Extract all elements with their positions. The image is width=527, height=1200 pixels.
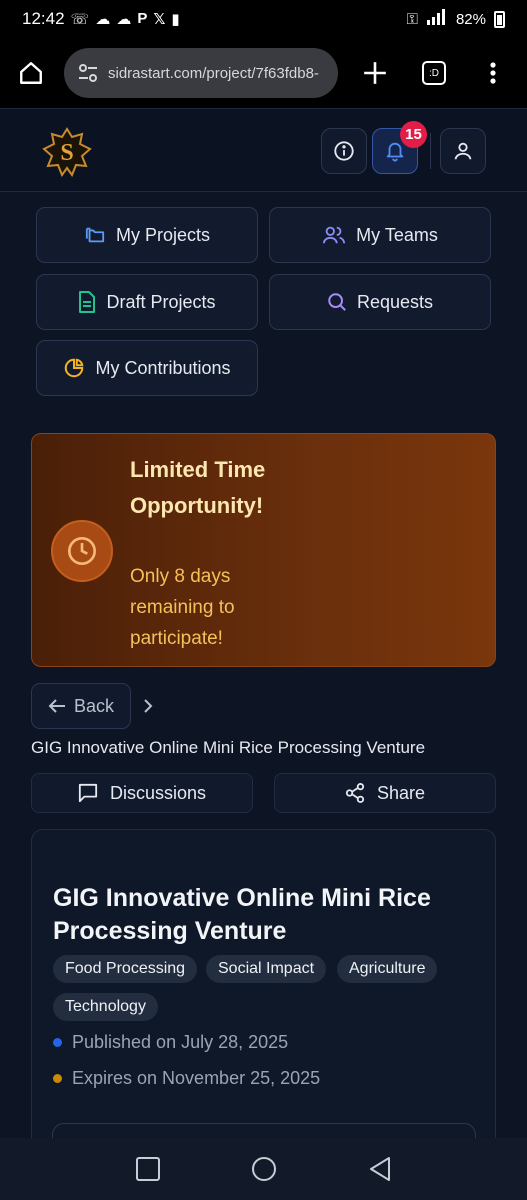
new-tab-icon[interactable] bbox=[358, 56, 392, 90]
clock-badge bbox=[51, 520, 113, 582]
share-icon bbox=[345, 783, 365, 803]
home-icon[interactable] bbox=[14, 56, 48, 90]
discussions-label: Discussions bbox=[109, 782, 207, 803]
user-icon bbox=[454, 142, 472, 160]
svg-text:S: S bbox=[60, 140, 73, 166]
nav-requests-label: Requests bbox=[356, 291, 434, 312]
snapchat-icon: ☁ bbox=[116, 11, 132, 28]
nav-draft-projects-label: Draft Projects bbox=[106, 291, 216, 312]
expires-dot bbox=[53, 1074, 62, 1083]
snapchat-icon: ☁ bbox=[95, 11, 111, 28]
tag: Social Impact bbox=[206, 955, 327, 983]
signal-icon bbox=[426, 9, 448, 29]
battery-icon bbox=[494, 10, 505, 28]
arrow-left-icon bbox=[48, 699, 65, 713]
clock: 12:42 bbox=[22, 9, 65, 28]
info-button[interactable] bbox=[321, 128, 367, 174]
more-menu-icon[interactable] bbox=[476, 56, 510, 90]
share-label: Share bbox=[376, 782, 426, 803]
app-header: S 15 bbox=[0, 108, 527, 192]
back-label: Back bbox=[73, 695, 115, 716]
folders-icon bbox=[85, 227, 105, 243]
users-icon bbox=[323, 226, 346, 244]
expires-date: Expires on November 25, 2025 bbox=[53, 1068, 320, 1089]
home-nav-icon[interactable] bbox=[250, 1155, 278, 1183]
project-card: GIG Innovative Online Mini Rice Processi… bbox=[31, 829, 496, 1163]
vpn-key-icon: ⚿ bbox=[406, 10, 418, 28]
discussions-button[interactable]: Discussions bbox=[31, 773, 253, 813]
tag: Agriculture bbox=[337, 955, 438, 983]
nav-my-contributions-label: My Contributions bbox=[95, 357, 231, 378]
published-dot bbox=[53, 1038, 62, 1047]
breadcrumb-current: GIG Innovative Online Mini Rice Processi… bbox=[31, 738, 426, 757]
tag: Food Processing bbox=[53, 955, 198, 983]
search-icon bbox=[328, 293, 346, 311]
pie-chart-icon bbox=[65, 358, 84, 378]
recents-icon[interactable] bbox=[135, 1156, 161, 1182]
nav-my-teams[interactable]: My Teams bbox=[269, 207, 491, 263]
promo-title: Limited Time Opportunity! bbox=[130, 457, 266, 518]
paypal-icon: P bbox=[137, 10, 148, 27]
tag: Technology bbox=[53, 993, 158, 1021]
expires-text: Expires on November 25, 2025 bbox=[72, 1068, 321, 1088]
back-nav-icon[interactable] bbox=[368, 1156, 392, 1182]
promo-description: Only 8 days remaining to participate! bbox=[130, 566, 235, 649]
site-settings-icon[interactable] bbox=[78, 64, 98, 82]
sidra-logo[interactable]: S bbox=[42, 127, 92, 177]
limited-time-banner: Limited Time Opportunity! Only 8 days re… bbox=[31, 433, 496, 667]
header-divider bbox=[430, 133, 431, 169]
published-date: Published on July 28, 2025 bbox=[53, 1032, 288, 1053]
whatsapp-icon: ☏ bbox=[70, 11, 90, 28]
message-square-icon bbox=[78, 783, 98, 803]
nav-my-projects[interactable]: My Projects bbox=[36, 207, 258, 263]
published-text: Published on July 28, 2025 bbox=[72, 1032, 289, 1052]
profile-button[interactable] bbox=[440, 128, 486, 174]
back-button[interactable]: Back bbox=[31, 683, 131, 729]
address-bar[interactable]: sidrastart.com/project/7f63fdb8- bbox=[64, 48, 338, 98]
file-text-icon bbox=[79, 291, 96, 313]
share-button[interactable]: Share bbox=[274, 773, 496, 813]
project-title: GIG Innovative Online Mini Rice Processi… bbox=[53, 884, 431, 945]
battery-alert-icon: ▮ bbox=[171, 11, 180, 28]
x-icon: 𝕏 bbox=[153, 11, 166, 28]
url-text: sidrastart.com/project/7f63fdb8- bbox=[108, 64, 319, 82]
nav-my-contributions[interactable]: My Contributions bbox=[36, 340, 258, 396]
tab-switcher-button[interactable]: :D bbox=[422, 61, 446, 85]
notification-badge: 15 bbox=[400, 121, 427, 148]
browser-toolbar: sidrastart.com/project/7f63fdb8- :D bbox=[0, 38, 527, 108]
nav-requests[interactable]: Requests bbox=[269, 274, 491, 330]
clock-icon bbox=[68, 537, 96, 565]
nav-my-teams-label: My Teams bbox=[356, 224, 438, 245]
battery-level: 82% bbox=[455, 10, 486, 28]
notification-icons: ☏ ☁ ☁ P 𝕏 ▮ bbox=[71, 10, 180, 28]
status-bar: 12:42 ☏ ☁ ☁ P 𝕏 ▮ ⚿ 82% bbox=[0, 0, 527, 38]
chevron-right-icon bbox=[144, 699, 153, 713]
notifications-button[interactable]: 15 bbox=[372, 121, 427, 174]
nav-draft-projects[interactable]: Draft Projects bbox=[36, 274, 258, 330]
nav-my-projects-label: My Projects bbox=[115, 224, 211, 245]
system-navigation-bar bbox=[0, 1138, 527, 1200]
info-icon bbox=[334, 141, 354, 161]
